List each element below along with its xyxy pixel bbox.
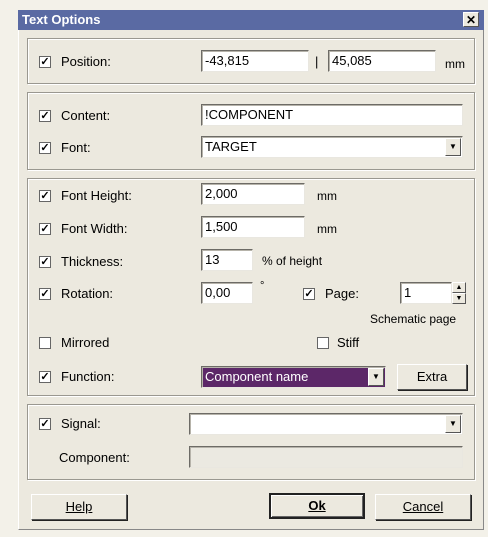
mirrored-checkbox[interactable]	[39, 337, 51, 349]
font-label: Font:	[61, 140, 91, 155]
function-checkbox[interactable]: ✓	[39, 371, 51, 383]
help-button[interactable]: Help	[31, 494, 127, 520]
content-input[interactable]: !COMPONENT	[201, 104, 463, 126]
rotation-checkbox[interactable]: ✓	[39, 288, 51, 300]
extra-button[interactable]: Extra	[397, 364, 467, 390]
position-checkbox[interactable]: ✓	[39, 56, 51, 68]
ok-button-label: Ok	[308, 498, 326, 513]
position-separator: |	[315, 54, 319, 69]
font-checkbox[interactable]: ✓	[39, 142, 51, 154]
thickness-label: Thickness:	[61, 254, 124, 269]
font-width-label: Font Width:	[61, 221, 128, 236]
close-icon: ✕	[465, 13, 477, 27]
font-width-input[interactable]: 1,500	[201, 216, 305, 238]
content-label: Content:	[61, 108, 111, 123]
content-checkbox[interactable]: ✓	[39, 110, 51, 122]
cancel-button-label: Cancel	[402, 499, 444, 514]
font-select[interactable]: TARGET ▼	[201, 136, 463, 158]
thickness-unit: % of height	[262, 254, 323, 268]
component-label: Component:	[59, 450, 130, 465]
thickness-input[interactable]: 13	[201, 249, 253, 271]
stiff-label: Stiff	[337, 335, 360, 350]
function-select[interactable]: Component name ▼	[201, 366, 386, 388]
spin-down-icon[interactable]: ▼	[452, 293, 466, 304]
position-label: Position:	[61, 54, 111, 69]
font-width-checkbox[interactable]: ✓	[39, 223, 51, 235]
title-bar: Text Options ✕	[18, 10, 484, 30]
rotation-unit: °	[260, 280, 265, 292]
chevron-down-icon[interactable]: ▼	[445, 138, 461, 156]
font-height-unit: mm	[317, 189, 337, 203]
font-height-checkbox[interactable]: ✓	[39, 190, 51, 202]
signal-label: Signal:	[61, 416, 101, 431]
page-checkbox[interactable]: ✓	[303, 288, 315, 300]
help-button-label: Help	[65, 499, 93, 514]
cancel-button[interactable]: Cancel	[375, 494, 471, 520]
signal-checkbox[interactable]: ✓	[39, 418, 51, 430]
position-x-input[interactable]: -43,815	[201, 50, 309, 72]
spin-up-icon[interactable]: ▲	[452, 282, 466, 293]
font-height-label: Font Height:	[61, 188, 132, 203]
font-height-input[interactable]: 2,000	[201, 183, 305, 205]
text-options-dialog: ✓ Position: -43,815 | 45,085 mm ✓ Conten…	[18, 30, 484, 530]
function-label: Function:	[61, 369, 115, 384]
function-select-value: Component name	[205, 369, 309, 384]
signal-select[interactable]: ▼	[189, 413, 463, 435]
page-spinner[interactable]: ▲ ▼	[452, 282, 466, 304]
page-label: Page:	[325, 286, 359, 301]
chevron-down-icon[interactable]: ▼	[368, 368, 384, 386]
mirrored-label: Mirrored	[61, 335, 110, 350]
position-unit: mm	[445, 57, 465, 71]
page-input[interactable]: 1	[400, 282, 452, 304]
font-width-unit: mm	[317, 222, 337, 236]
ok-button[interactable]: Ok	[269, 493, 365, 519]
stiff-checkbox[interactable]	[317, 337, 329, 349]
thickness-checkbox[interactable]: ✓	[39, 256, 51, 268]
font-select-value: TARGET	[205, 139, 257, 154]
rotation-input[interactable]: 0,00	[201, 282, 253, 304]
chevron-down-icon[interactable]: ▼	[445, 415, 461, 433]
position-y-input[interactable]: 45,085	[328, 50, 436, 72]
close-button[interactable]: ✕	[463, 12, 479, 27]
window-title: Text Options	[22, 12, 101, 27]
rotation-label: Rotation:	[61, 286, 114, 301]
component-input	[189, 446, 463, 468]
page-caption: Schematic page	[370, 312, 457, 326]
